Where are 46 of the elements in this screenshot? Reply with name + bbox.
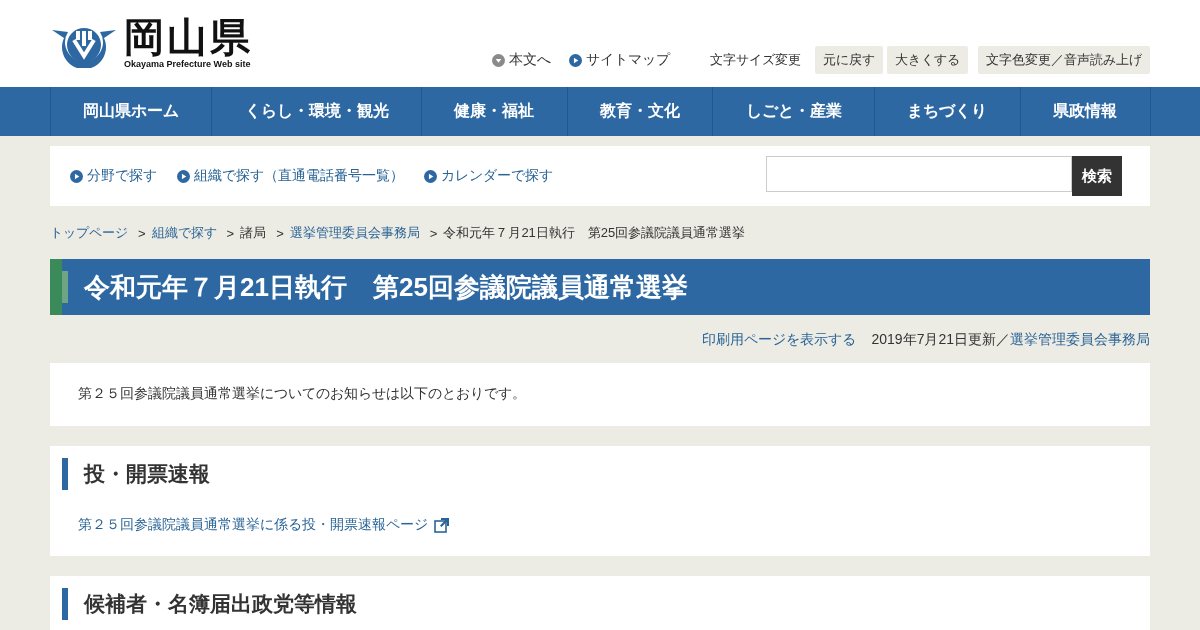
title-accent-bar [62,271,68,303]
section-heading: 候補者・名簿届出政党等情報 [84,591,357,617]
section-link[interactable]: 第２５回参議院議員通常選挙に係る投・開票速報ページ [78,516,450,534]
page-title: 令和元年７月21日執行 第25回参議院議員通常選挙 [84,270,688,304]
play-circle-icon [424,169,437,183]
heading-accent-bar [62,458,68,490]
color-voice-button[interactable]: 文字色変更／音声読み上げ [978,46,1150,74]
nav-menu-item[interactable]: まちづくり [875,87,1021,136]
heading-accent-bar [62,588,68,620]
breadcrumb-separator: > [226,225,235,241]
breadcrumb-separator: > [138,225,146,241]
down-arrow-circle-icon [492,53,505,67]
play-circle-icon [177,169,190,183]
breadcrumb-text: 令和元年７月21日執行 第25回参議院議員通常選挙 [443,224,746,242]
external-link-icon [434,517,450,533]
enlarge-text-button[interactable]: 大きくする [887,46,968,74]
breadcrumb-text: 諸局 [240,224,267,242]
section-heading: 投・開票速報 [84,461,210,487]
department-link[interactable]: 選挙管理委員会事務局 [1010,331,1150,347]
nav-menu-item[interactable]: 岡山県ホーム [50,87,213,136]
skip-to-content-link[interactable]: 本文へ [492,51,551,69]
breadcrumb-link[interactable]: トップページ [50,224,128,242]
logo-subtitle: Okayama Prefecture Web site [124,59,252,69]
play-circle-icon [70,169,83,183]
search-button[interactable]: 検索 [1072,156,1122,196]
nav-menu-item[interactable]: 健康・福祉 [421,87,568,136]
reset-size-button[interactable]: 元に戻す [815,46,883,74]
breadcrumb-separator: > [429,225,438,241]
nav-menu-item[interactable]: 教育・文化 [567,87,714,136]
nav-menu-item[interactable]: くらし・環境・観光 [212,87,422,136]
font-size-label: 文字サイズ変更 [710,51,801,69]
search-category-link[interactable]: 組織で探す（直通電話番号一覧） [177,167,404,185]
breadcrumb-separator: > [276,225,284,241]
breadcrumb-link[interactable]: 選挙管理委員会事務局 [289,224,420,242]
play-circle-icon [569,53,582,67]
breadcrumb-link[interactable]: 組織で探す [151,224,217,242]
print-page-link[interactable]: 印刷用ページを表示する [702,331,857,347]
search-category-link[interactable]: 分野で探す [70,167,157,185]
logo-title: 岡山県 [124,17,253,57]
search-category-link[interactable]: カレンダーで探す [424,167,553,185]
sitemap-link[interactable]: サイトマップ [569,51,670,69]
update-date: 2019年7月21日更新／ [871,331,1010,347]
intro-text: 第２５回参議院議員通常選挙についてのお知らせは以下のとおりです。 [50,363,1150,426]
nav-menu-item[interactable]: 県政情報 [1020,87,1151,136]
nav-menu-item[interactable]: しごと・産業 [713,87,876,136]
search-field[interactable] [766,156,1072,192]
